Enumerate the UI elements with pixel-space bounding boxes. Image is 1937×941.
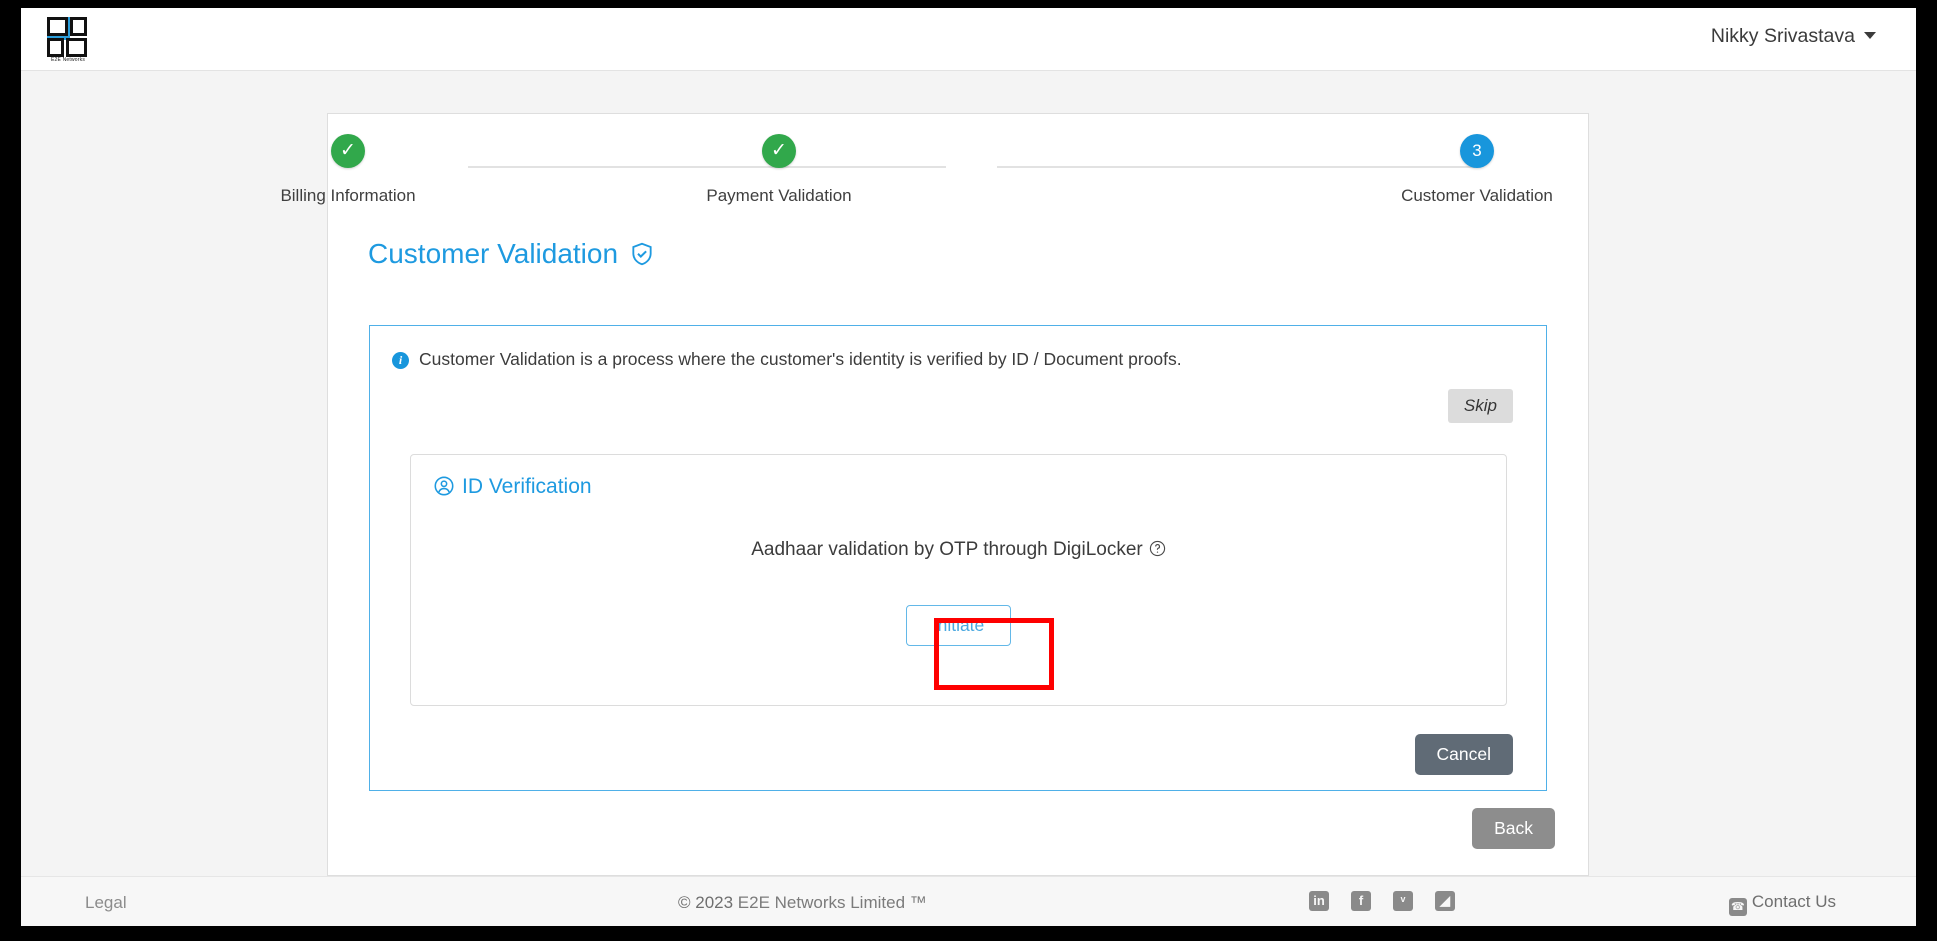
check-icon: ✓ [771, 140, 787, 161]
info-icon: i [392, 352, 409, 369]
info-message: i Customer Validation is a process where … [392, 349, 1182, 370]
stepper-step-payment-validation[interactable]: ✓ Payment Validation [659, 134, 899, 206]
chevron-down-icon [1864, 32, 1876, 39]
twitter-icon[interactable]: ᵛ [1393, 891, 1413, 911]
logo-wordmark: E2E Networks [50, 57, 86, 63]
stepper-step-customer-validation[interactable]: 3 Customer Validation [1357, 134, 1597, 206]
logo-grid-icon [47, 17, 87, 57]
shield-check-icon [629, 241, 655, 274]
stepper-step-billing-information[interactable]: ✓ Billing Information [228, 134, 468, 206]
initiate-button-wrap: Initiate [411, 605, 1506, 646]
footer-legal-link[interactable]: Legal [85, 893, 127, 913]
back-button[interactable]: Back [1472, 808, 1555, 849]
page-title-text: Customer Validation [368, 238, 619, 269]
page-title: Customer Validation [368, 238, 655, 274]
info-message-text: Customer Validation is a process where t… [419, 349, 1182, 369]
logo-tile-a [47, 17, 68, 36]
page-footer: Legal © 2023 E2E Networks Limited ™ in f… [21, 876, 1916, 926]
logo-tile-b [70, 17, 87, 36]
customer-validation-panel: i Customer Validation is a process where … [369, 325, 1547, 791]
linkedin-icon[interactable]: in [1309, 891, 1329, 911]
stepper-label-1: Billing Information [280, 186, 416, 205]
stepper-label-2: Payment Validation [706, 186, 852, 205]
user-circle-icon [433, 475, 455, 503]
check-icon: ✓ [340, 140, 356, 161]
phone-icon: ☎ [1728, 898, 1747, 916]
user-menu-label: Nikky Srivastava [1710, 25, 1855, 47]
cancel-button[interactable]: Cancel [1414, 734, 1513, 775]
main-card: ✓ Billing Information ✓ Payment Validati… [280, 113, 1590, 876]
initiate-button[interactable]: Initiate [905, 605, 1012, 646]
stepper-dot-1: ✓ [331, 134, 365, 168]
verification-description: Aadhaar validation by OTP through DigiLo… [411, 539, 1506, 563]
facebook-icon[interactable]: f [1351, 891, 1371, 911]
verification-description-text: Aadhaar validation by OTP through DigiLo… [751, 539, 1143, 560]
help-circle-icon[interactable] [1149, 540, 1166, 563]
contact-us-link[interactable]: ☎ Contact Us [1728, 892, 1836, 916]
footer-copyright-year: © 2023 [678, 893, 738, 912]
footer-copyright: © 2023 E2E Networks Limited ™ [678, 893, 927, 913]
skip-button[interactable]: Skip [1447, 389, 1513, 423]
rss-icon[interactable]: ◢ [1435, 891, 1455, 911]
progress-stepper: ✓ Billing Information ✓ Payment Validati… [280, 114, 1590, 224]
stepper-dot-3: 3 [1460, 134, 1494, 168]
user-menu[interactable]: Nikky Srivastava [1711, 25, 1876, 48]
top-navbar: E2E Networks Nikky Srivastava [21, 8, 1916, 71]
logo-tile-c [47, 38, 64, 57]
stepper-label-3: Customer Validation [1401, 186, 1553, 205]
id-verification-title: ID Verification [433, 475, 592, 503]
id-verification-title-text: ID Verification [462, 475, 592, 498]
id-verification-box: ID Verification Aadhaar validation by OT… [410, 454, 1507, 706]
footer-company-name: E2E Networks Limited ™ [737, 893, 927, 912]
e2e-networks-logo[interactable]: E2E Networks [44, 17, 92, 65]
logo-tile-d [66, 38, 87, 57]
contact-us-label: Contact Us [1751, 892, 1836, 911]
footer-social-links: in f ᵛ ◢ [1309, 891, 1455, 911]
app-window: E2E Networks Nikky Srivastava ✓ Billing … [21, 8, 1916, 926]
stepper-dot-2: ✓ [762, 134, 796, 168]
